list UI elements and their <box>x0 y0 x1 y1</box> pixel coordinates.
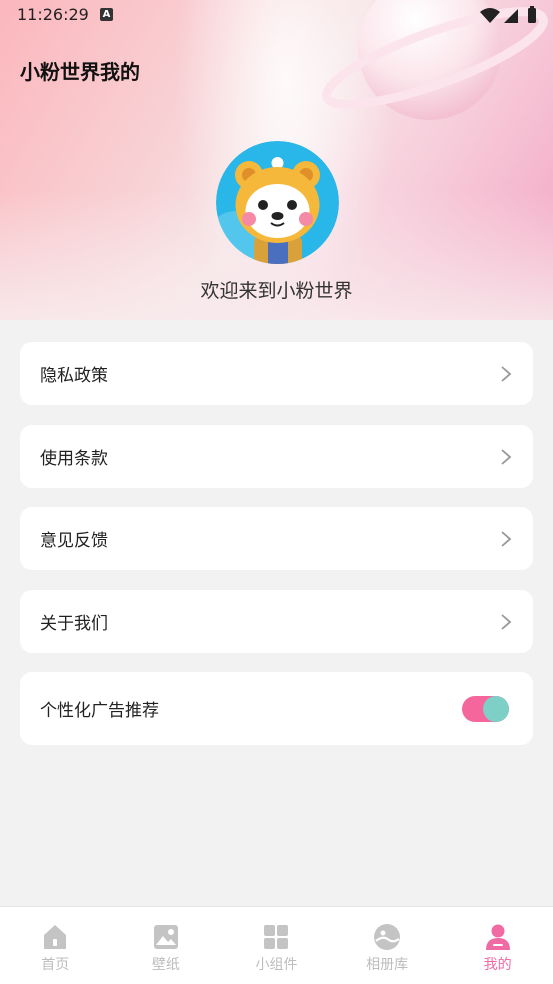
tab-label: 壁纸 <box>151 957 180 973</box>
tab-wallpaper[interactable]: 壁纸 <box>111 907 222 984</box>
home-icon <box>44 925 67 949</box>
tab-label: 相册库 <box>366 957 409 973</box>
status-bar: 11:26:29 A <box>0 0 553 30</box>
menu-item-privacy-policy[interactable]: 隐私政策 <box>20 342 533 405</box>
tab-widgets[interactable]: 小组件 <box>221 907 332 984</box>
chevron-right-icon <box>501 365 512 382</box>
tab-label: 首页 <box>41 957 70 973</box>
menu-item-label: 关于我们 <box>40 614 108 634</box>
chevron-right-icon <box>501 448 512 465</box>
status-time: 11:26:29 <box>17 5 89 24</box>
album-icon <box>374 924 401 950</box>
menu-item-label: 隐私政策 <box>40 366 108 386</box>
welcome-text: 欢迎来到小粉世界 <box>200 280 353 302</box>
menu-item-terms-of-use[interactable]: 使用条款 <box>20 425 533 488</box>
personalized-ads-toggle[interactable] <box>462 695 509 722</box>
chevron-right-icon <box>501 613 512 630</box>
page-title: 小粉世界我的 <box>20 60 140 84</box>
bottom-tab-bar: 首页 壁纸 小组件 相册库 我的 <box>0 906 553 984</box>
tab-home[interactable]: 首页 <box>0 907 111 984</box>
signal-icon <box>504 9 518 23</box>
profile-icon <box>485 924 510 950</box>
avatar[interactable] <box>216 141 339 264</box>
toggle-knob <box>483 695 509 722</box>
battery-icon <box>528 8 536 23</box>
menu-item-about-us[interactable]: 关于我们 <box>20 590 533 653</box>
menu-item-feedback[interactable]: 意见反馈 <box>20 507 533 570</box>
menu-item-label: 意见反馈 <box>40 531 108 551</box>
tab-label: 小组件 <box>255 957 298 973</box>
image-icon <box>153 925 178 949</box>
system-status-icons <box>480 6 536 23</box>
wifi-icon <box>480 8 500 23</box>
chevron-right-icon <box>501 530 512 547</box>
menu-item-label: 个性化广告推荐 <box>40 701 159 721</box>
grid-icon <box>264 925 289 949</box>
tab-label: 我的 <box>483 957 512 973</box>
notification-a-icon: A <box>100 8 113 21</box>
menu-item-personalized-ads: 个性化广告推荐 <box>20 672 533 745</box>
tab-mine[interactable]: 我的 <box>442 907 553 984</box>
bear-avatar-icon <box>216 141 339 264</box>
tab-album[interactable]: 相册库 <box>332 907 443 984</box>
menu-item-label: 使用条款 <box>40 449 108 469</box>
